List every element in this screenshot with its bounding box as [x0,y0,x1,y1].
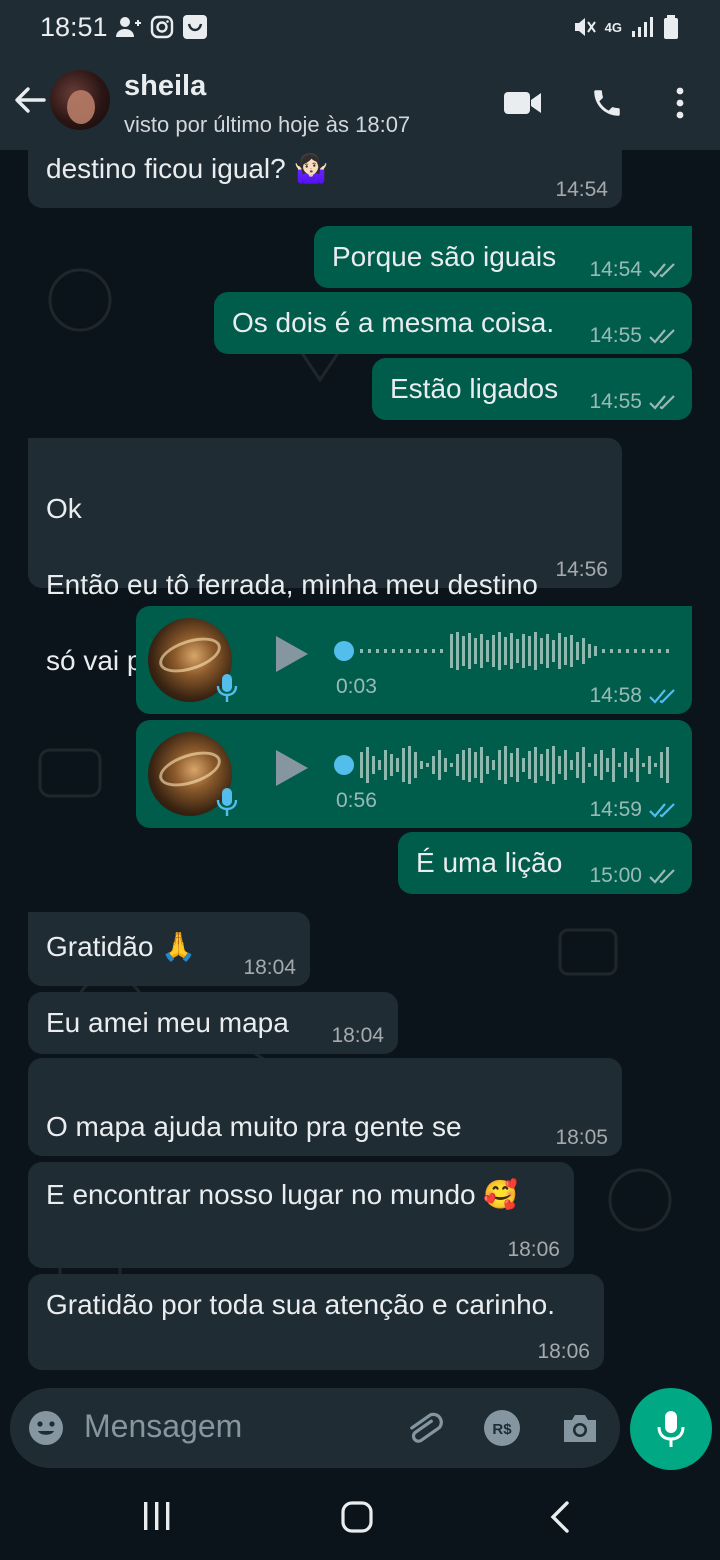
vibrate-mute-icon [574,18,596,36]
contact-name[interactable]: sheila [124,70,206,103]
audio-waveform[interactable] [334,744,674,786]
incoming-message[interactable]: E encontrar nosso lugar no mundo 🥰 18:06 [28,1162,574,1268]
home-icon[interactable] [340,1500,374,1534]
incoming-message[interactable]: Ok Então eu tô ferrada, minha meu destin… [28,438,622,676]
voice-message[interactable]: 0:56 14:59 [136,720,692,828]
double-check-icon [649,395,675,410]
voice-call-icon[interactable] [590,86,624,120]
voice-record-button[interactable] [630,1388,712,1470]
chat-header: sheila visto por último hoje às 18:07 [0,56,720,150]
play-icon[interactable] [270,634,310,674]
camera-icon[interactable] [560,1408,600,1448]
outgoing-message[interactable]: Estão ligados 14:55 [372,358,692,420]
message-time: 14:54 [589,258,678,282]
message-text: Porque são iguais [332,241,557,272]
double-check-icon [649,803,675,818]
play-icon[interactable] [270,748,310,788]
message-composer[interactable]: Mensagem R$ [10,1388,620,1468]
voice-duration: 0:56 [336,789,377,812]
message-text: Gratidão 🙏 [46,931,197,962]
back-arrow-icon[interactable] [10,80,50,120]
network-type-label: 4G [604,19,622,35]
double-check-icon [649,689,675,704]
incoming-message[interactable]: O mapa ajuda muito pra gente se entender… [28,1058,622,1218]
avatar[interactable] [50,70,110,130]
video-call-icon[interactable] [504,90,542,116]
mic-icon [657,1411,685,1447]
voice-message[interactable]: 0:03 14:58 [136,606,692,714]
last-seen-status[interactable]: visto por último hoje às 18:07 [124,112,410,138]
message-input[interactable]: Mensagem [84,1408,242,1445]
battery-icon [664,15,678,39]
message-time: 14:58 [589,684,678,708]
message-text: Estão ligados [390,373,559,404]
notification-app-icon [183,15,207,39]
message-text: Eu amei meu mapa [46,1007,289,1038]
incoming-message[interactable]: Gratidão por toda sua atenção e carinho.… [28,1274,604,1370]
mic-icon [216,674,238,702]
incoming-message[interactable]: Gratidão 🙏 18:04 [28,912,310,986]
message-time: 14:55 [589,390,678,414]
incoming-message[interactable]: Eu amei meu mapa 18:04 [28,992,398,1054]
double-check-icon [649,869,675,884]
message-time: 18:04 [331,1024,384,1047]
message-text: E encontrar nosso lugar no mundo 🥰 [46,1179,519,1210]
instagram-icon [150,15,174,39]
message-text: Gratidão por toda sua atenção e carinho. [46,1289,556,1320]
message-time: 18:06 [507,1238,560,1261]
double-check-icon [649,263,675,278]
message-time: 15:00 [589,864,678,888]
message-time: 14:59 [589,798,678,822]
message-text: Os dois é a mesma coisa. [232,307,555,338]
audio-waveform[interactable] [334,630,674,672]
status-time: 18:51 [40,12,108,42]
outgoing-message[interactable]: Os dois é a mesma coisa. 14:55 [214,292,692,354]
message-time: 18:06 [537,1340,590,1363]
attachment-icon[interactable] [404,1408,444,1448]
mic-icon [216,788,238,816]
incoming-message[interactable]: destino ficou igual? 🤷🏻‍♀️ 14:54 [28,150,622,208]
message-time: 18:04 [243,956,296,979]
more-options-icon[interactable] [672,86,688,120]
payment-icon[interactable]: R$ [482,1408,522,1448]
back-icon[interactable] [548,1500,572,1534]
message-time: 14:55 [589,324,678,348]
status-bar: 18:51 4G [0,0,720,56]
message-text: destino ficou igual? 🤷🏻‍♀️ [46,153,329,184]
message-text: É uma lição [416,847,563,878]
emoji-icon[interactable] [28,1410,64,1446]
outgoing-message[interactable]: Porque são iguais 14:54 [314,226,692,288]
double-check-icon [649,329,675,344]
message-time: 14:56 [555,558,608,581]
svg-text:R$: R$ [492,1421,512,1438]
person-add-icon [116,17,141,37]
message-time: 14:54 [555,178,608,201]
recent-apps-icon[interactable] [142,1500,172,1532]
outgoing-message[interactable]: É uma lição 15:00 [398,832,692,894]
message-list[interactable]: destino ficou igual? 🤷🏻‍♀️ 14:54 Porque … [0,150,720,1385]
message-time: 18:05 [555,1126,608,1149]
signal-icon [632,17,653,37]
voice-duration: 0:03 [336,675,377,698]
system-nav-bar [0,1472,720,1560]
